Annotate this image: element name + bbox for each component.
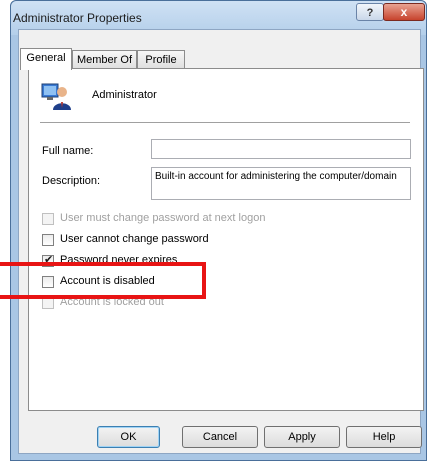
full-name-field[interactable] <box>151 139 411 159</box>
description-value: Built-in account for administering the c… <box>155 171 397 182</box>
user-computer-icon <box>41 83 71 110</box>
header-divider <box>40 122 410 123</box>
tab-member-of[interactable]: Member Of <box>72 50 137 69</box>
window-title: Administrator Properties <box>13 11 142 25</box>
checkbox-label: User must change password at next logon <box>60 212 266 224</box>
highlight-annotation-box <box>0 262 206 299</box>
full-name-label: Full name: <box>42 145 94 157</box>
checkbox-box[interactable] <box>42 234 54 246</box>
apply-button[interactable]: Apply <box>264 426 340 448</box>
user-name: Administrator <box>92 89 157 101</box>
description-field[interactable]: Built-in account for administering the c… <box>151 167 411 200</box>
ok-button[interactable]: OK <box>97 426 160 448</box>
tab-profile[interactable]: Profile <box>137 50 185 69</box>
checkbox-box[interactable] <box>42 213 54 225</box>
tab-general[interactable]: General <box>20 48 72 70</box>
close-button[interactable]: x <box>383 3 425 21</box>
checkbox-label: User cannot change password <box>60 233 209 245</box>
help-title-button[interactable]: ? <box>356 3 384 21</box>
cancel-button[interactable]: Cancel <box>182 426 258 448</box>
help-button[interactable]: Help <box>346 426 422 448</box>
description-label: Description: <box>42 175 101 187</box>
